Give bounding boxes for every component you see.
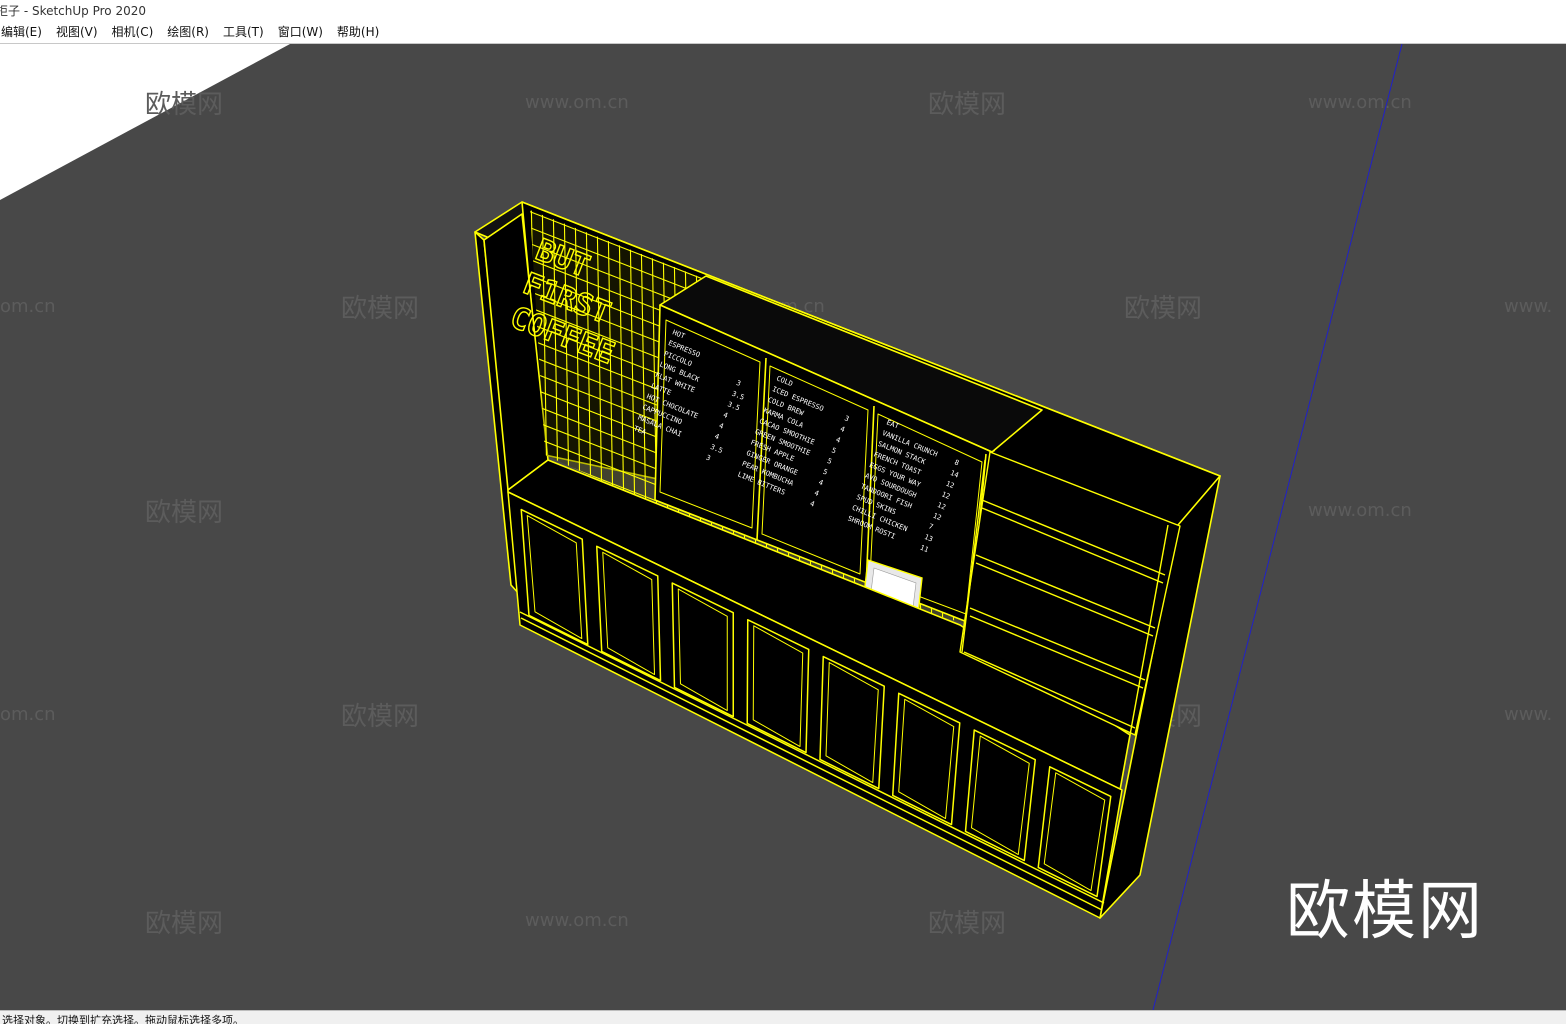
watermark-logo: 欧模网 — [1286, 875, 1484, 949]
watermark-site: om.cn — [0, 296, 56, 317]
menu-draw[interactable]: 绘图(R) — [160, 22, 216, 43]
watermark-brand: 欧模网 — [928, 90, 1006, 120]
watermark-brand: 欧模网 — [145, 90, 223, 120]
watermark-brand: 欧模网 — [145, 498, 223, 528]
watermark-brand: 欧模网 — [341, 702, 419, 732]
watermark-site: www.om.cn — [1308, 500, 1412, 521]
menu-camera[interactable]: 相机(C) — [105, 22, 161, 43]
ground-plane-corner — [0, 44, 290, 200]
menu-help[interactable]: 帮助(H) — [330, 22, 386, 43]
3d-viewport[interactable]: 欧模网 www.om.cn 欧模网 www.om.cn om.cn 欧模网 ww… — [0, 44, 1566, 1010]
watermark-site: www.om.cn — [1308, 92, 1412, 113]
watermark-site: www.om.cn — [525, 92, 629, 113]
watermark-site: www.om.cn — [525, 910, 629, 931]
menu-window[interactable]: 窗口(W) — [271, 22, 330, 43]
watermark-brand: 欧模网 — [928, 909, 1006, 939]
watermark-brand: 欧模网 — [341, 294, 419, 324]
menu-tools[interactable]: 工具(T) — [216, 22, 271, 43]
status-bar: 选择对象。切换到扩充选择。拖动鼠标选择多项。 — [0, 1010, 1566, 1024]
menu-edit[interactable]: 编辑(E) — [0, 22, 49, 43]
watermark-brand: 欧模网 — [1124, 294, 1202, 324]
watermark-site: www. — [1504, 296, 1552, 317]
menu-bar: 编辑(E) 视图(V) 相机(C) 绘图(R) 工具(T) 窗口(W) 帮助(H… — [0, 22, 1566, 44]
title-bar: 柜子 - SketchUp Pro 2020 — [0, 0, 1566, 22]
watermark-site: www. — [1504, 704, 1552, 725]
watermark-brand: 欧模网 — [145, 909, 223, 939]
menu-view[interactable]: 视图(V) — [49, 22, 105, 43]
window-title: 柜子 - SketchUp Pro 2020 — [0, 4, 146, 18]
watermark-site: om.cn — [0, 704, 56, 725]
